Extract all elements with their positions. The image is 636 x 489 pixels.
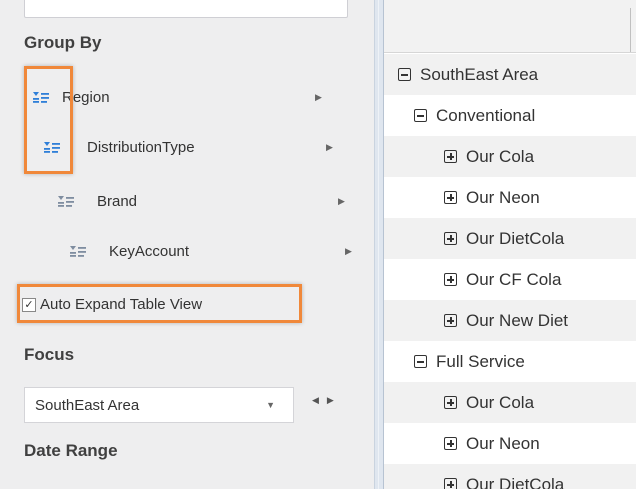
highlight-box xyxy=(24,66,73,174)
focus-nav: ◀▶ xyxy=(312,395,342,406)
tree-row[interactable]: Our Neon xyxy=(384,423,636,464)
expand-icon[interactable] xyxy=(444,150,457,163)
tree-row[interactable]: Our DietCola xyxy=(384,218,636,259)
tree-row[interactable]: Conventional xyxy=(384,95,636,136)
collapse-icon[interactable] xyxy=(398,68,411,81)
search-input[interactable] xyxy=(24,0,348,18)
tree-row[interactable]: Our DietCola xyxy=(384,464,636,489)
settings-panel: Group By Region ▶ DistributionType ▶ Bra… xyxy=(0,0,374,489)
submenu-arrow-icon[interactable]: ▶ xyxy=(326,142,333,153)
focus-select[interactable]: SouthEast Area ▼ xyxy=(24,387,294,423)
submenu-arrow-icon[interactable]: ▶ xyxy=(345,246,352,257)
tree-row-label: Our Cola xyxy=(466,392,535,412)
expand-icon[interactable] xyxy=(444,478,457,489)
sort-group-icon xyxy=(69,244,87,258)
sort-group-icon xyxy=(57,194,75,208)
table-tree-view: SouthEast Area Conventional Our Cola Our Ne… xyxy=(384,0,636,489)
tree-row-label: Full Service xyxy=(436,351,525,371)
column-header xyxy=(384,0,636,53)
tree-row-label: Our Neon xyxy=(466,433,540,453)
highlight-box xyxy=(17,284,302,323)
submenu-arrow-icon[interactable]: ▶ xyxy=(338,196,345,207)
expand-icon[interactable] xyxy=(444,437,457,450)
tree-row[interactable]: Full Service xyxy=(384,341,636,382)
focus-title: Focus xyxy=(24,345,75,364)
group-item-distributiontype[interactable]: DistributionType ▶ xyxy=(43,134,343,160)
group-by-title: Group By xyxy=(24,33,102,52)
group-item-brand[interactable]: Brand ▶ xyxy=(57,188,357,214)
tree-row[interactable]: Our Cola xyxy=(384,382,636,423)
submenu-arrow-icon[interactable]: ▶ xyxy=(315,92,322,103)
tree-row[interactable]: Our CF Cola xyxy=(384,259,636,300)
group-item-label: KeyAccount xyxy=(109,242,190,260)
group-item-keyaccount[interactable]: KeyAccount ▶ xyxy=(69,238,369,264)
group-item-label: DistributionType xyxy=(87,138,195,156)
tree-row-label: Our DietCola xyxy=(466,228,565,248)
tree-row-label: Our DietCola xyxy=(466,474,565,489)
date-range-title: Date Range xyxy=(24,441,118,460)
group-item-region[interactable]: Region ▶ xyxy=(32,84,332,110)
tree-row-label: Conventional xyxy=(436,105,536,125)
column-separator[interactable] xyxy=(630,8,631,52)
tree-row[interactable]: Our Cola xyxy=(384,136,636,177)
expand-icon[interactable] xyxy=(444,273,457,286)
expand-icon[interactable] xyxy=(444,191,457,204)
expand-icon[interactable] xyxy=(444,396,457,409)
prev-arrow-icon[interactable]: ◀ xyxy=(312,395,327,405)
dropdown-arrow-icon[interactable]: ▼ xyxy=(266,400,275,410)
panel-splitter[interactable] xyxy=(374,0,384,489)
expand-icon[interactable] xyxy=(444,232,457,245)
tree-row-label: Our Neon xyxy=(466,187,540,207)
focus-selected-value: SouthEast Area xyxy=(35,396,140,414)
group-item-label: Brand xyxy=(97,192,138,210)
tree-row[interactable]: Our Neon xyxy=(384,177,636,218)
expand-icon[interactable] xyxy=(444,314,457,327)
collapse-icon[interactable] xyxy=(414,109,427,122)
tree-row-label: Our CF Cola xyxy=(466,269,562,289)
tree-row-label: Our Cola xyxy=(466,146,535,166)
tree-row[interactable]: Our New Diet xyxy=(384,300,636,341)
collapse-icon[interactable] xyxy=(414,355,427,368)
next-arrow-icon[interactable]: ▶ xyxy=(327,395,342,405)
tree-row-label: Our New Diet xyxy=(466,310,569,330)
tree-row[interactable]: SouthEast Area xyxy=(384,54,636,95)
tree-row-label: SouthEast Area xyxy=(420,64,539,84)
